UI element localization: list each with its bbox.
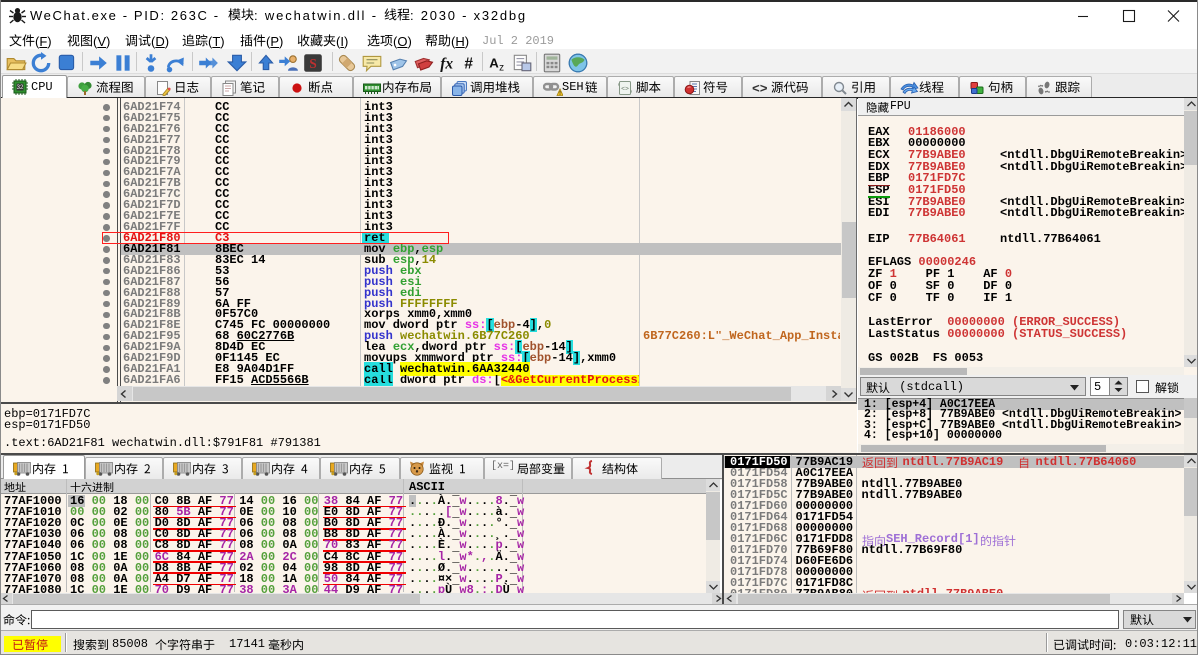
svg-text:fx: fx (440, 55, 453, 72)
svg-text:<>: <> (621, 86, 629, 93)
svg-text:z: z (499, 62, 504, 73)
svg-text:A: A (489, 55, 499, 70)
svg-text:S: S (309, 55, 316, 70)
svg-text:32: 32 (17, 85, 24, 91)
svg-text:<>: <> (752, 82, 768, 97)
svg-text:!: ! (559, 91, 561, 96)
svg-text:#: # (464, 55, 473, 72)
